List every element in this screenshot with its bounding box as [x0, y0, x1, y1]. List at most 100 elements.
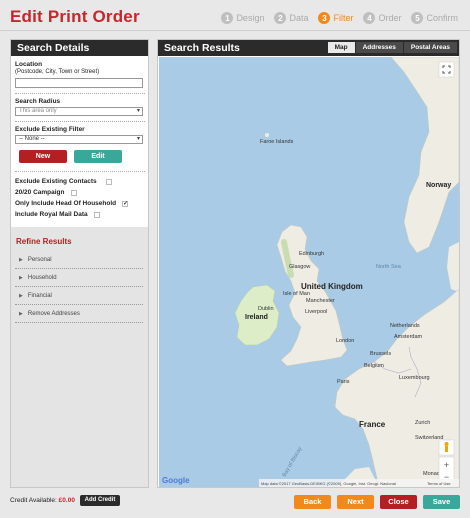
option-2020-campaign: 20/20 Campaign [15, 189, 77, 196]
credit-available: Credit Available: £0.00 [10, 497, 75, 504]
map-label-paris: Paris [337, 379, 350, 385]
step-confirm[interactable]: 5 Confirm [411, 12, 458, 24]
page-title: Edit Print Order [10, 7, 140, 26]
map-label-london: London [336, 338, 354, 344]
refine-item-label: Remove Addresses [27, 310, 80, 317]
terms-of-use-link[interactable]: Terms of Use [427, 481, 451, 486]
save-button[interactable]: Save [423, 495, 460, 509]
divider [15, 121, 145, 122]
step-label: Design [236, 13, 265, 23]
zoom-in-button[interactable]: + [444, 460, 449, 470]
map-label-north-sea: North Sea [376, 264, 402, 270]
step-data[interactable]: 2 Data [274, 12, 308, 24]
divider [15, 93, 145, 94]
tab-postal-areas[interactable]: Postal Areas [403, 42, 457, 53]
edit-filter-button[interactable]: Edit [74, 150, 122, 163]
royal-mail-checkbox[interactable] [93, 211, 100, 218]
add-credit-button[interactable]: Add Credit [80, 495, 120, 506]
head-of-household-checkbox[interactable]: ✓ [122, 200, 128, 207]
google-logo: Google [162, 476, 190, 485]
location-label: Location [15, 61, 43, 68]
exclude-contacts-checkbox[interactable] [105, 178, 112, 185]
map-label-brussels: Brussels [370, 351, 391, 357]
divider [15, 171, 145, 172]
refine-item-remove-addresses[interactable]: ▶ Remove Addresses [15, 305, 143, 323]
map-label-norway: Norway [426, 182, 451, 189]
refine-item-personal[interactable]: ▶ Personal [15, 251, 143, 269]
refine-results-title: Refine Results [16, 237, 72, 246]
search-results-header: Search Results Map Addresses Postal Area… [158, 40, 459, 56]
map-label-dublin: Dublin [258, 306, 274, 312]
option-label: Include Royal Mail Data [15, 211, 88, 218]
tab-map[interactable]: Map [327, 42, 355, 53]
chevron-down-icon: ▾ [136, 108, 140, 114]
map-label-manchester: Manchester [306, 298, 335, 304]
step-number: 4 [363, 12, 376, 24]
map-label-liverpool: Liverpool [305, 309, 327, 315]
refine-item-label: Financial [27, 292, 52, 299]
chevron-down-icon: ▾ [136, 136, 140, 142]
map-view[interactable]: Faroe Islands Edinburgh Glasgow United K… [159, 57, 459, 487]
step-design[interactable]: 1 Design [221, 12, 264, 24]
location-input[interactable] [15, 78, 143, 88]
close-button[interactable]: Close [380, 495, 417, 509]
wizard-steps: 1 Design 2 Data 3 Filter 4 Order 5 Confirm [221, 12, 458, 24]
option-label: Exclude Existing Contacts [15, 178, 97, 185]
refine-item-label: Household [27, 274, 57, 281]
map-label-belgium: Belgium [364, 363, 384, 369]
option-head-of-household: Only Include Head Of Household ✓ [15, 200, 128, 207]
refine-results-section: Refine Results ▶ Personal ▶ Household ▶ Fin… [11, 227, 148, 487]
search-results-panel: Search Results Map Addresses Postal Area… [157, 39, 460, 488]
map-label-france: France [359, 420, 386, 429]
exclude-filter-value: -- None -- [19, 136, 45, 142]
option-exclude-contacts: Exclude Existing Contacts [15, 178, 112, 185]
location-hint: (Postcode, City, Town or Street) [15, 69, 100, 75]
triangle-right-icon: ▶ [19, 310, 23, 317]
map-label-faroe: Faroe Islands [260, 139, 294, 145]
next-button[interactable]: Next [337, 495, 374, 509]
step-filter[interactable]: 3 Filter [318, 12, 353, 24]
map-label-zurich: Zurich [415, 420, 430, 426]
option-royal-mail: Include Royal Mail Data [15, 211, 100, 218]
map-label-edinburgh: Edinburgh [299, 251, 324, 257]
back-button[interactable]: Back [294, 495, 331, 509]
map-label-isle-of-man: Isle of Man [283, 291, 310, 297]
step-label: Confirm [426, 13, 458, 23]
map-attribution: Map data ©2017 GeoBasis-DE/BKG (©2009), … [261, 481, 396, 486]
search-details-panel: Search Details Location (Postcode, City,… [10, 39, 149, 488]
exclude-filter-label: Exclude Existing Filter [15, 126, 85, 133]
refine-item-financial[interactable]: ▶ Financial [15, 287, 143, 305]
fullscreen-button[interactable] [438, 61, 455, 78]
step-label: Order [378, 13, 402, 23]
triangle-right-icon: ▶ [19, 274, 23, 281]
header-divider [0, 30, 470, 31]
credit-value: £0.00 [58, 497, 75, 504]
step-number: 5 [411, 12, 424, 24]
results-tabs: Map Addresses Postal Areas [327, 42, 457, 53]
option-label: Only Include Head Of Household [15, 200, 117, 207]
search-radius-label: Search Radius [15, 98, 61, 105]
step-order[interactable]: 4 Order [363, 12, 401, 24]
map-label-netherlands: Netherlands [390, 323, 420, 329]
step-number: 2 [274, 12, 287, 24]
credit-label: Credit Available: [10, 497, 57, 504]
tab-addresses[interactable]: Addresses [355, 42, 403, 53]
map-label-luxembourg: Luxembourg [399, 375, 430, 381]
search-radius-select[interactable]: This area only ▾ [15, 107, 143, 116]
search-radius-value: This area only [19, 108, 57, 114]
step-number: 1 [221, 12, 234, 24]
pegman-icon [444, 442, 449, 446]
campaign-checkbox[interactable] [70, 189, 77, 196]
step-label: Filter [333, 13, 354, 23]
triangle-right-icon: ▶ [19, 292, 23, 299]
exclude-filter-select[interactable]: -- None -- ▾ [15, 135, 143, 144]
map-label-uk: United Kingdom [301, 282, 363, 291]
map-label-glasgow: Glasgow [289, 264, 310, 270]
search-details-title: Search Details [11, 40, 148, 56]
new-filter-button[interactable]: New [19, 150, 67, 163]
triangle-right-icon: ▶ [19, 256, 23, 263]
map-label-amsterdam: Amsterdam [394, 334, 423, 340]
option-label: 20/20 Campaign [15, 189, 65, 196]
refine-item-household[interactable]: ▶ Household [15, 269, 143, 287]
step-label: Data [289, 13, 309, 23]
